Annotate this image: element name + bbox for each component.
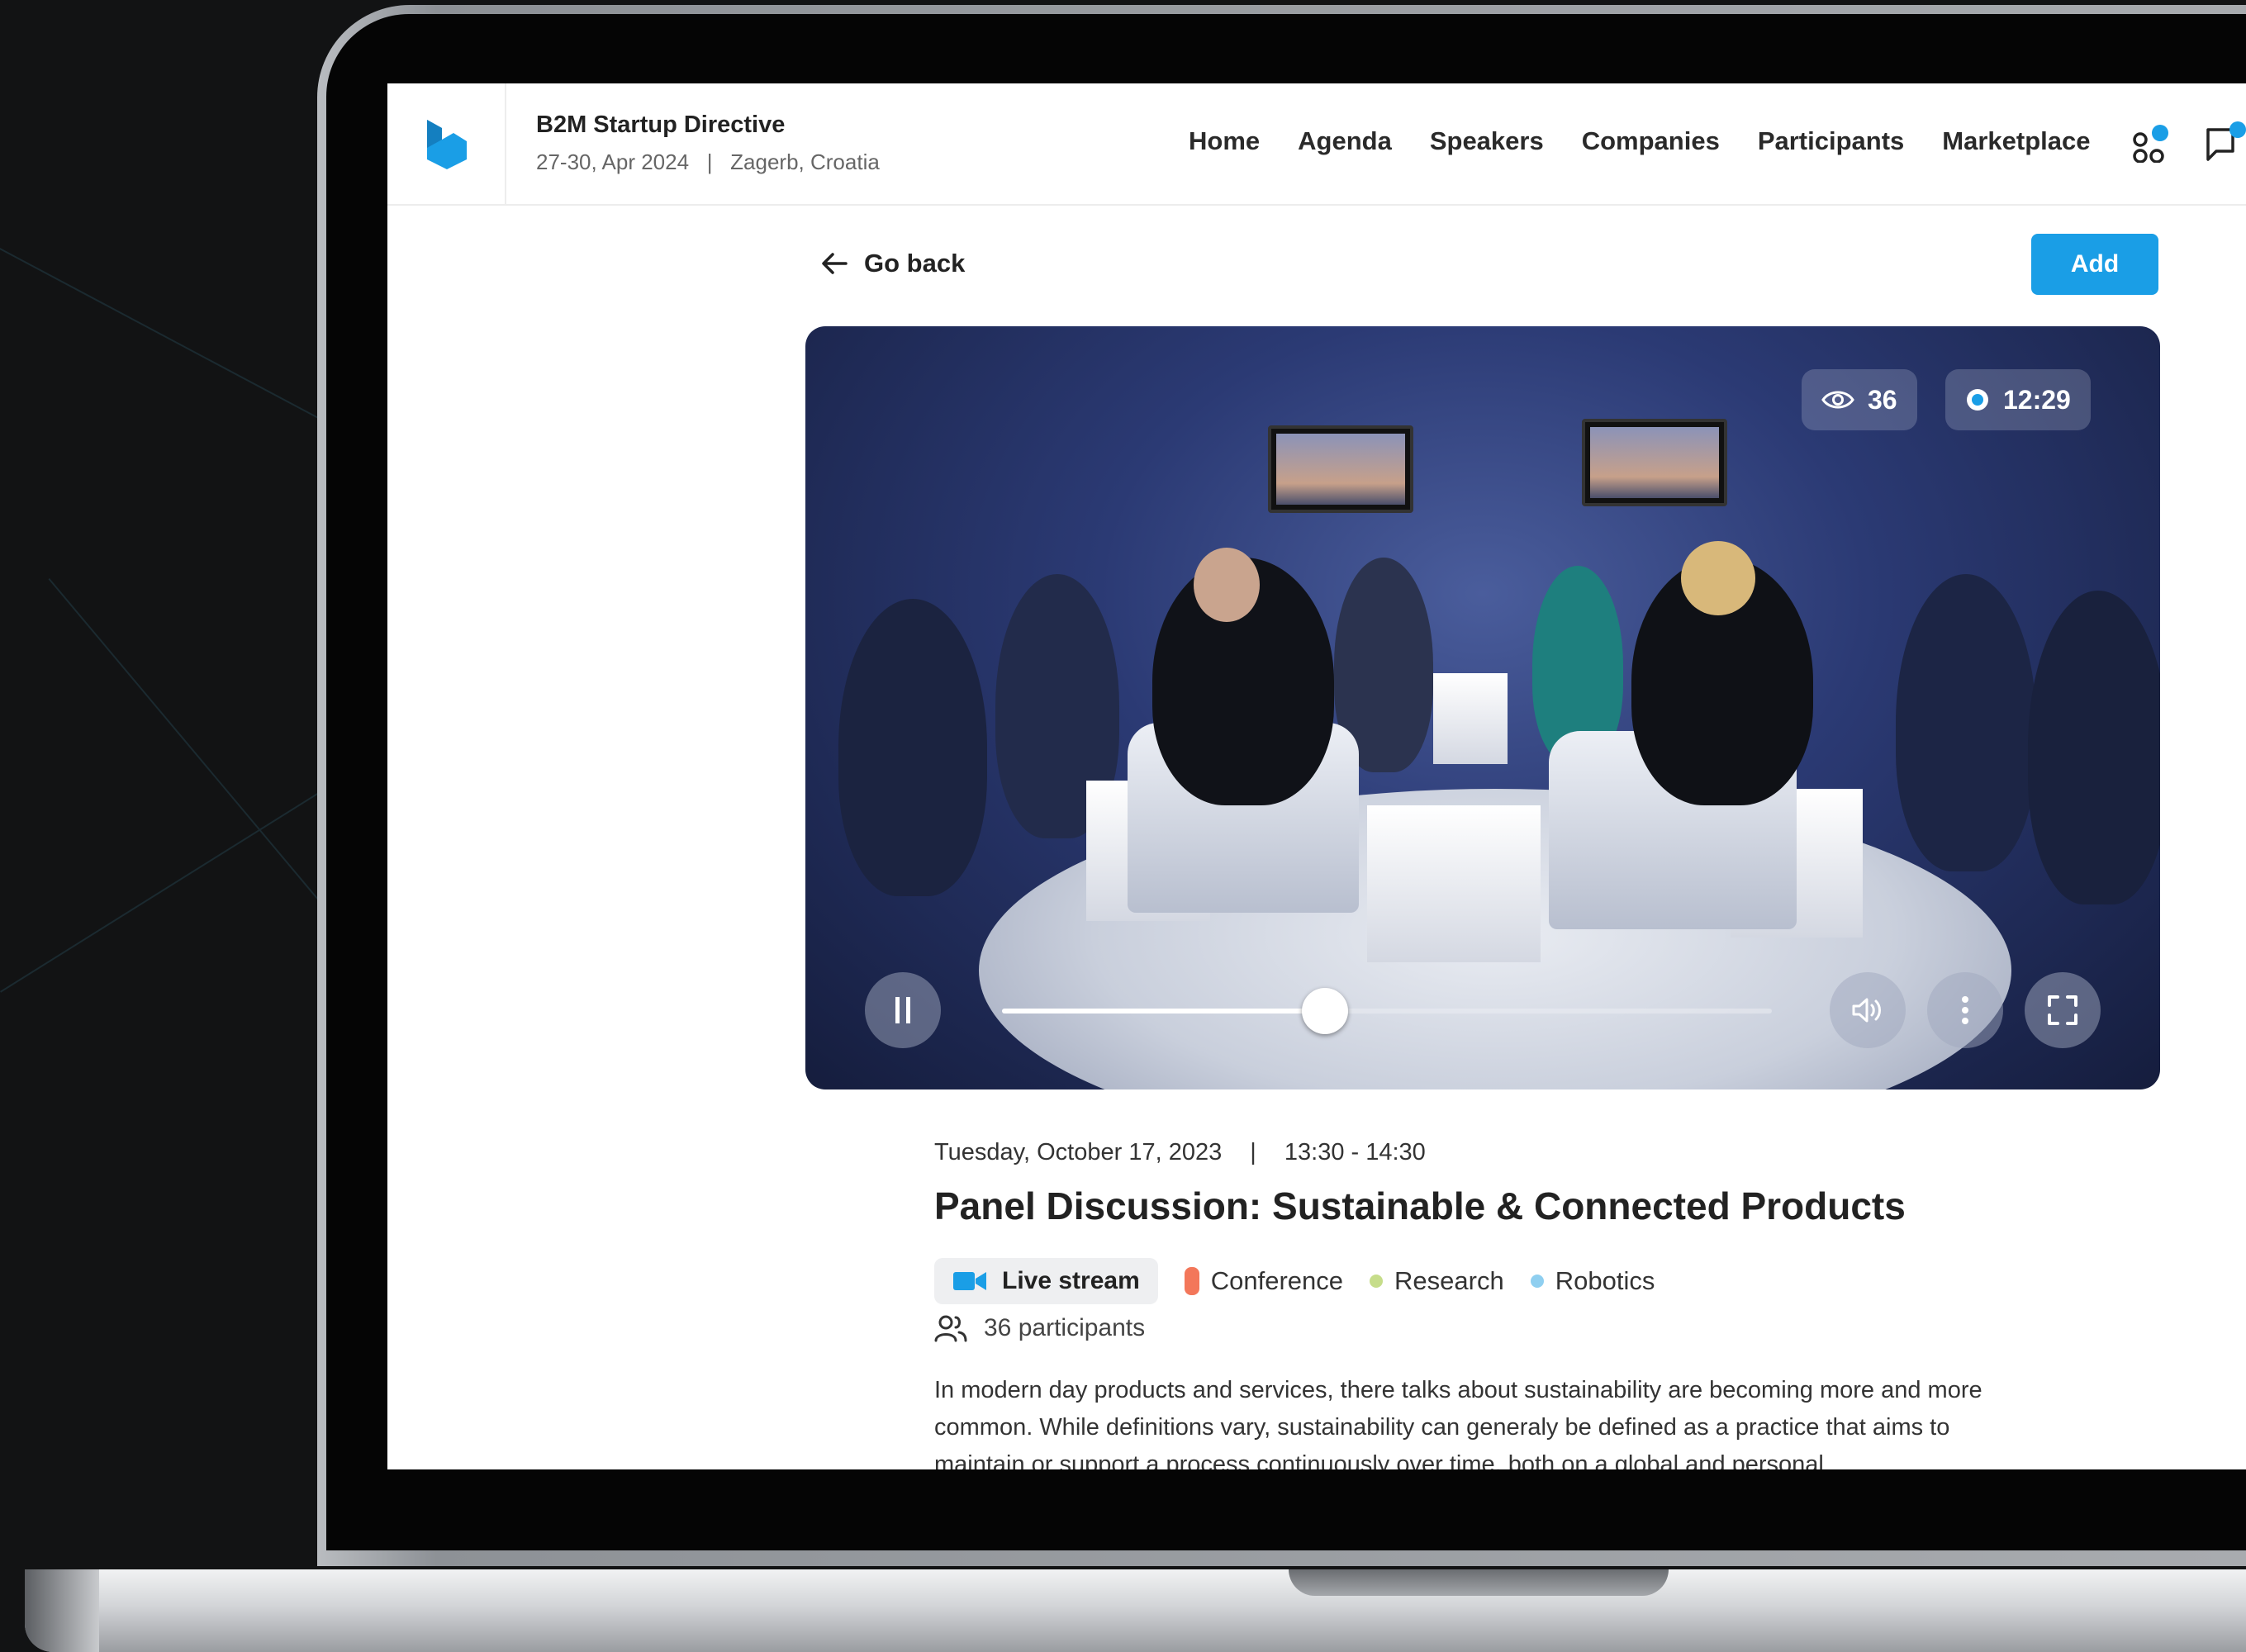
apps-button[interactable]	[2132, 121, 2173, 167]
meta-separator: |	[695, 150, 724, 174]
tag-label: Robotics	[1555, 1266, 1655, 1295]
nav-participants[interactable]: Participants	[1758, 126, 1904, 156]
arrow-left-icon	[822, 253, 848, 274]
eye-icon	[1821, 391, 1854, 409]
app-screen: B2M Startup Directive 27-30, Apr 2024 | …	[387, 83, 2246, 1469]
audience-member	[838, 599, 987, 896]
nav-companies[interactable]: Companies	[1582, 126, 1720, 156]
main-nav: Home Agenda Speakers Companies Participa…	[1189, 126, 2091, 156]
video-camera-icon	[953, 1272, 986, 1290]
panelist-hair	[1681, 541, 1755, 615]
nav-marketplace[interactable]: Marketplace	[1942, 126, 2090, 156]
volume-button[interactable]	[1830, 972, 1906, 1048]
pause-icon	[895, 997, 910, 1023]
add-button[interactable]: Add	[2031, 234, 2158, 295]
pause-button[interactable]	[865, 972, 941, 1048]
event-date: Tuesday, October 17, 2023	[934, 1139, 1223, 1165]
more-vertical-icon	[1962, 996, 1968, 1024]
nav-home[interactable]: Home	[1189, 126, 1260, 156]
viewers-badge: 36	[1802, 369, 1917, 430]
tag-research: Research	[1370, 1266, 1504, 1296]
chat-icon	[2206, 121, 2246, 161]
tv-screen	[1268, 425, 1413, 513]
more-options-button[interactable]	[1927, 972, 2003, 1048]
live-timer-badge: 12:29	[1945, 369, 2091, 430]
live-time: 12:29	[2003, 384, 2071, 415]
live-stream-label: Live stream	[1002, 1267, 1140, 1294]
go-back-link[interactable]: Go back	[821, 249, 965, 278]
seek-bar[interactable]	[1002, 988, 1772, 1034]
tag-robotics: Robotics	[1530, 1266, 1655, 1296]
event-title: Panel Discussion: Sustainable & Connecte…	[934, 1184, 1906, 1227]
users-icon	[934, 1315, 967, 1342]
participants-label: 36 participants	[984, 1314, 1146, 1341]
event-datetime: Tuesday, October 17, 2023 | 13:30 - 14:3…	[934, 1139, 1426, 1166]
event-meta: 27-30, Apr 2024 | Zagerb, Croatia	[536, 150, 880, 175]
event-name: B2M Startup Directive	[536, 112, 786, 138]
seek-bar-fill	[1002, 1009, 1326, 1014]
fullscreen-icon	[2048, 995, 2077, 1025]
tv-screen	[1582, 419, 1727, 506]
panelist-head	[1194, 548, 1260, 622]
tag-label: Research	[1394, 1266, 1504, 1295]
conference-marker-icon	[1184, 1267, 1199, 1295]
laptop-base	[25, 1569, 2246, 1652]
event-dates: 27-30, Apr 2024	[536, 150, 690, 174]
stage-table	[1367, 805, 1541, 962]
research-dot-icon	[1370, 1275, 1384, 1288]
event-time: 13:30 - 14:30	[1284, 1139, 1426, 1165]
logo-icon	[427, 120, 467, 169]
live-record-icon	[1967, 389, 1988, 411]
robotics-dot-icon	[1530, 1275, 1544, 1288]
audience-member	[2028, 591, 2160, 904]
logo[interactable]	[387, 83, 506, 204]
go-back-label: Go back	[864, 249, 966, 278]
chat-button[interactable]	[2205, 121, 2246, 167]
volume-icon	[1852, 998, 1881, 1023]
event-tags: Live stream Conference Research Robotics	[934, 1258, 1655, 1304]
video-player[interactable]: 36 12:29	[805, 326, 2160, 1089]
event-location: Zagerb, Croatia	[730, 150, 880, 174]
tag-conference: Conference	[1184, 1266, 1344, 1296]
stage-table	[1433, 673, 1508, 764]
participants-count[interactable]: 36 participants	[934, 1314, 1145, 1342]
tag-label: Conference	[1210, 1266, 1344, 1295]
event-description: In modern day products and services, the…	[934, 1377, 1982, 1469]
fullscreen-button[interactable]	[2025, 972, 2101, 1048]
audience-member	[1896, 574, 2036, 871]
nav-agenda[interactable]: Agenda	[1298, 126, 1392, 156]
nav-speakers[interactable]: Speakers	[1430, 126, 1544, 156]
apps-icon	[2133, 125, 2168, 164]
laptop-notch	[1289, 1569, 1669, 1596]
top-header: B2M Startup Directive 27-30, Apr 2024 | …	[387, 83, 2246, 206]
live-stream-tag[interactable]: Live stream	[934, 1258, 1158, 1304]
viewers-count: 36	[1868, 384, 1897, 415]
datetime-separator: |	[1250, 1139, 1256, 1165]
